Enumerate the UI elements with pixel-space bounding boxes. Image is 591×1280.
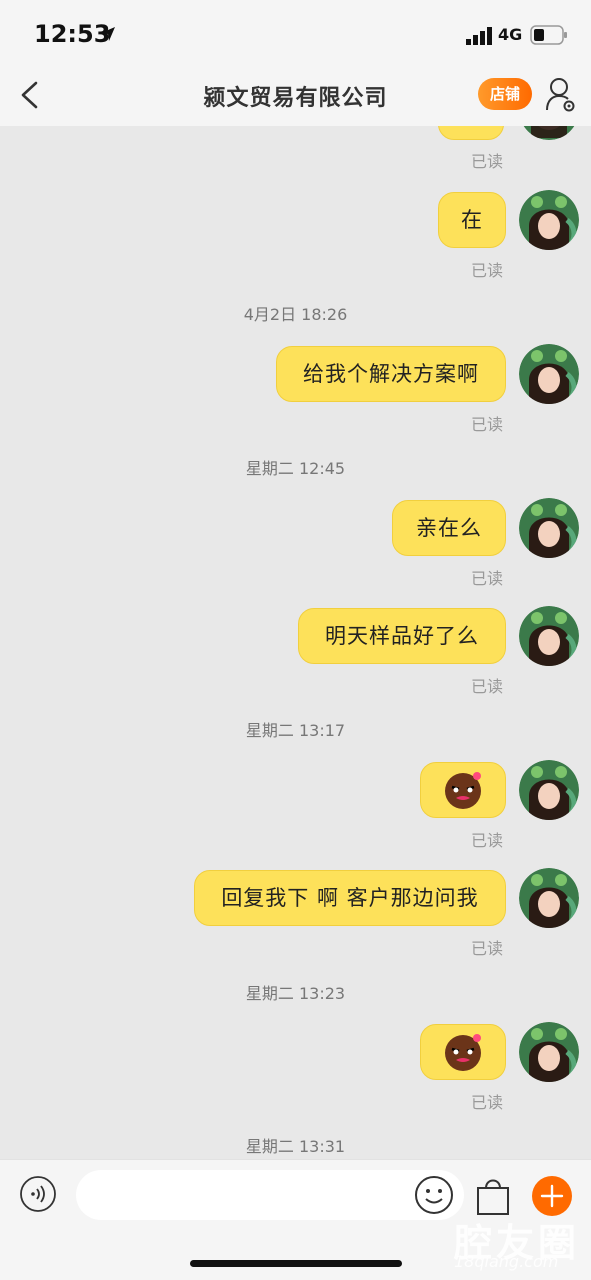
chat-area[interactable]: 已读 在 已读 4月2日 18:26 给我个解决方案啊 已读 星期二 12:45…	[0, 126, 591, 1159]
status-time: 12:53	[34, 20, 111, 48]
avatar[interactable]	[519, 760, 579, 820]
timestamp: 星期二 13:23	[245, 984, 346, 1003]
read-status: 已读	[471, 415, 504, 434]
read-status: 已读	[471, 261, 504, 280]
sticker-face-icon	[445, 1034, 481, 1071]
user-settings-icon[interactable]	[545, 77, 577, 113]
signal-icon	[466, 27, 492, 45]
message-bubble[interactable]: 给我个解决方案啊	[276, 346, 506, 402]
avatar[interactable]	[519, 606, 579, 666]
message-bubble[interactable]: 明天样品好了么	[298, 608, 506, 664]
message-bubble-partial	[438, 126, 504, 140]
timestamp: 星期二 12:45	[245, 459, 346, 478]
message-bubble[interactable]: 在	[438, 192, 506, 248]
avatar[interactable]	[519, 1022, 579, 1082]
read-status: 已读	[471, 939, 504, 958]
chat-header: 颍文贸易有限公司 店铺	[0, 68, 591, 126]
network-label: 4G	[498, 25, 523, 44]
sticker-face-icon	[445, 772, 481, 809]
avatar[interactable]	[519, 190, 579, 250]
message-bubble[interactable]: 回复我下 啊 客户那边问我	[194, 870, 506, 926]
read-status: 已读	[471, 831, 504, 850]
timestamp: 星期二 13:31	[245, 1137, 346, 1156]
plus-icon	[540, 1184, 564, 1208]
read-status: 已读	[471, 1093, 504, 1112]
avatar[interactable]	[519, 868, 579, 928]
avatar[interactable]	[519, 498, 579, 558]
timestamp: 4月2日 18:26	[243, 305, 348, 324]
emoji-icon[interactable]	[414, 1175, 454, 1215]
read-status: 已读	[471, 152, 504, 171]
voice-icon[interactable]	[20, 1176, 56, 1212]
avatar[interactable]	[519, 344, 579, 404]
read-status: 已读	[471, 569, 504, 588]
location-arrow-icon	[101, 27, 115, 41]
timestamp: 星期二 13:17	[245, 721, 346, 740]
battery-icon	[530, 25, 567, 45]
sticker-bubble[interactable]	[420, 762, 506, 818]
plus-button[interactable]	[532, 1176, 572, 1216]
message-input[interactable]	[76, 1170, 464, 1220]
status-bar: 12:53 4G	[0, 0, 591, 68]
shopping-bag-icon[interactable]	[474, 1174, 512, 1216]
watermark-url: 18qiang.com	[454, 1252, 559, 1271]
home-indicator	[190, 1260, 402, 1267]
sticker-bubble[interactable]	[420, 1024, 506, 1080]
shop-button[interactable]: 店铺	[478, 78, 532, 110]
avatar	[519, 126, 579, 140]
message-bubble[interactable]: 亲在么	[392, 500, 506, 556]
read-status: 已读	[471, 677, 504, 696]
